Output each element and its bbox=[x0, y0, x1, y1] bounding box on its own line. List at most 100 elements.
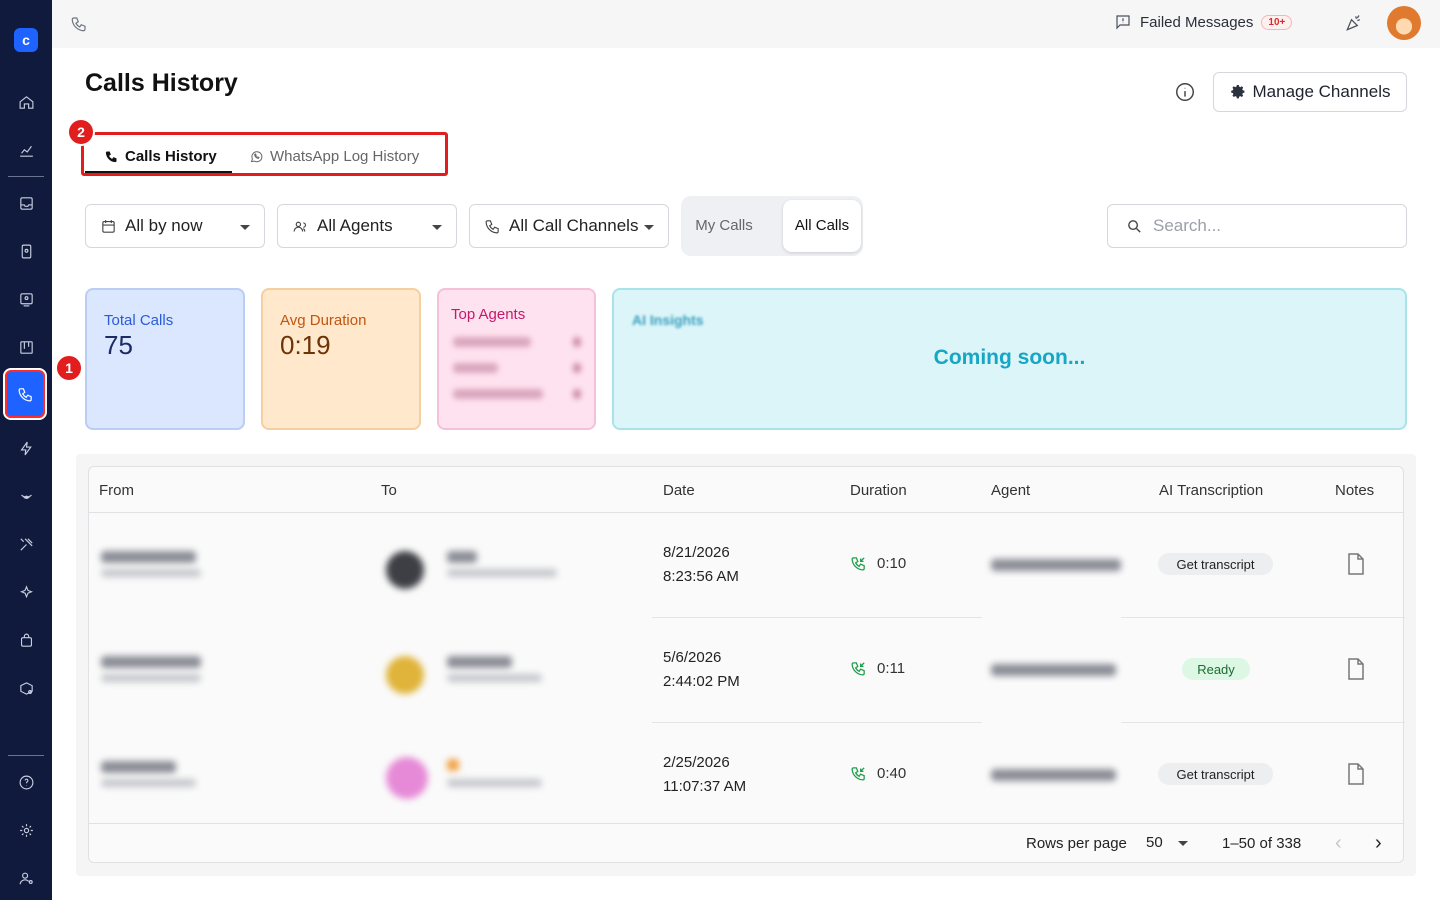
failed-messages-button[interactable]: Failed Messages 10+ bbox=[1114, 13, 1293, 31]
channels-filter-select[interactable]: All Call Channels bbox=[469, 204, 669, 248]
column-header-duration[interactable]: Duration bbox=[850, 482, 907, 499]
bag-icon[interactable] bbox=[14, 628, 38, 652]
signal-icon[interactable] bbox=[14, 484, 38, 508]
avg-duration-card: Avg Duration 0:19 bbox=[261, 288, 421, 430]
blurred-agent-name bbox=[453, 389, 543, 399]
call-date-time: 11:07:37 AM bbox=[663, 778, 747, 795]
app-logo[interactable]: c bbox=[14, 28, 38, 52]
table-row[interactable]: 2/25/2026 11:07:37 AM 0:40 Get transcrip… bbox=[89, 723, 1403, 828]
step-marker-2: 2 bbox=[67, 118, 95, 146]
column-header-to[interactable]: To bbox=[381, 482, 397, 499]
agents-filter-value: All Agents bbox=[317, 216, 393, 235]
blurred-contact-avatar bbox=[386, 656, 424, 694]
step-marker-1: 1 bbox=[55, 354, 83, 382]
column-header-agent[interactable]: Agent bbox=[991, 482, 1030, 499]
call-duration: 0:40 bbox=[850, 765, 906, 782]
avatar[interactable] bbox=[1387, 6, 1421, 40]
ai-sparkle-icon[interactable] bbox=[14, 580, 38, 604]
total-calls-card: Total Calls 75 bbox=[85, 288, 245, 430]
gear-icon bbox=[1230, 84, 1244, 98]
help-icon[interactable] bbox=[14, 770, 38, 794]
my-calls-toggle[interactable]: My Calls bbox=[685, 200, 763, 252]
call-date: 8/21/2026 8:23:56 AM bbox=[663, 541, 739, 589]
column-header-ai-transcription[interactable]: AI Transcription bbox=[1159, 482, 1263, 499]
page-title: Calls History bbox=[85, 69, 238, 97]
analytics-icon[interactable] bbox=[14, 138, 38, 162]
notes-icon[interactable] bbox=[1347, 658, 1365, 680]
blurred-contact-number bbox=[447, 674, 542, 682]
blurred-caller-number bbox=[101, 569, 201, 577]
calls-table: From To Date Duration Agent AI Transcrip… bbox=[88, 466, 1405, 863]
tab-whatsapp-log-history[interactable]: WhatsApp Log History bbox=[249, 148, 419, 165]
call-date-time: 8:23:56 AM bbox=[663, 568, 739, 585]
message-alert-icon bbox=[1116, 15, 1130, 30]
top-bar: Failed Messages 10+ bbox=[52, 0, 1440, 48]
blurred-agent bbox=[991, 559, 1121, 571]
search-icon bbox=[1128, 219, 1141, 233]
call-date-day: 2/25/2026 bbox=[663, 754, 730, 771]
blurred-contact-name bbox=[447, 759, 459, 771]
package-settings-icon[interactable] bbox=[14, 676, 38, 700]
column-header-date[interactable]: Date bbox=[663, 482, 695, 499]
total-calls-label: Total Calls bbox=[104, 312, 174, 329]
users-icon bbox=[293, 221, 307, 232]
broadcast-icon[interactable] bbox=[14, 287, 38, 311]
inbox-icon[interactable] bbox=[14, 191, 38, 215]
top-agents-card: Top Agents bbox=[437, 288, 596, 430]
coming-soon-text: Coming soon... bbox=[933, 346, 1086, 369]
channels-filter-value: All Call Channels bbox=[509, 216, 639, 235]
settings-icon[interactable] bbox=[14, 818, 38, 842]
notes-icon[interactable] bbox=[1347, 763, 1365, 785]
column-header-notes[interactable]: Notes bbox=[1335, 482, 1374, 499]
top-agents-label: Top Agents bbox=[451, 306, 526, 323]
blurred-caller-number bbox=[101, 779, 196, 787]
tab-label: Calls History bbox=[125, 148, 217, 165]
phone-icon bbox=[485, 219, 499, 233]
get-transcript-button[interactable]: Get transcript bbox=[1158, 763, 1273, 785]
search-placeholder: Search... bbox=[1153, 216, 1222, 235]
rows-per-page-value: 50 bbox=[1146, 834, 1163, 851]
next-page-button[interactable]: › bbox=[1375, 833, 1389, 853]
all-calls-toggle[interactable]: All Calls bbox=[783, 200, 861, 252]
blurred-agent-name bbox=[453, 337, 531, 347]
incoming-call-icon bbox=[851, 662, 865, 676]
automation-icon[interactable] bbox=[14, 436, 38, 460]
transcript-ready-badge[interactable]: Ready bbox=[1182, 658, 1250, 680]
manage-channels-button[interactable]: Manage Channels bbox=[1213, 72, 1407, 112]
pagination-bar: Rows per page 50 1–50 of 338 ‹ › bbox=[89, 823, 1403, 863]
rows-per-page-select[interactable]: 50 bbox=[1146, 834, 1190, 854]
whatsapp-icon bbox=[250, 151, 263, 163]
avg-duration-label: Avg Duration bbox=[280, 312, 367, 329]
blurred-contact-name bbox=[447, 551, 477, 563]
announcements-icon[interactable] bbox=[1344, 13, 1364, 33]
calls-scope-toggle: My Calls All Calls bbox=[681, 196, 863, 256]
tools-icon[interactable] bbox=[14, 532, 38, 556]
board-icon[interactable] bbox=[14, 335, 38, 359]
previous-page-button[interactable]: ‹ bbox=[1335, 833, 1349, 853]
table-row[interactable]: 8/21/2026 8:23:56 AM 0:10 Get transcript bbox=[89, 513, 1403, 618]
get-transcript-button[interactable]: Get transcript bbox=[1158, 553, 1273, 575]
search-input[interactable]: Search... bbox=[1107, 204, 1407, 248]
table-row[interactable]: 5/6/2026 2:44:02 PM 0:11 Ready bbox=[89, 618, 1403, 723]
failed-count-badge: 10+ bbox=[1261, 14, 1293, 30]
info-icon[interactable] bbox=[1174, 81, 1196, 103]
sidebar-item-calls[interactable] bbox=[3, 368, 47, 420]
call-date: 5/6/2026 2:44:02 PM bbox=[663, 646, 740, 694]
chevron-down-icon bbox=[1178, 841, 1188, 846]
user-settings-icon[interactable] bbox=[14, 866, 38, 890]
agents-filter-select[interactable]: All Agents bbox=[277, 204, 457, 248]
notes-icon[interactable] bbox=[1347, 553, 1365, 575]
tab-calls-history[interactable]: Calls History bbox=[104, 148, 217, 165]
call-date-time: 2:44:02 PM bbox=[663, 673, 740, 690]
contacts-icon[interactable] bbox=[14, 239, 38, 263]
total-calls-value: 75 bbox=[104, 330, 133, 360]
phone-icon[interactable] bbox=[70, 15, 88, 33]
sidebar-divider bbox=[8, 755, 44, 756]
chevron-down-icon bbox=[644, 225, 654, 230]
home-icon[interactable] bbox=[14, 90, 38, 114]
blurred-contact-avatar bbox=[386, 757, 428, 799]
tabs-container: Calls History WhatsApp Log History bbox=[81, 132, 448, 176]
blurred-contact-number bbox=[447, 569, 557, 577]
date-filter-select[interactable]: All by now bbox=[85, 204, 265, 248]
column-header-from[interactable]: From bbox=[99, 482, 134, 499]
